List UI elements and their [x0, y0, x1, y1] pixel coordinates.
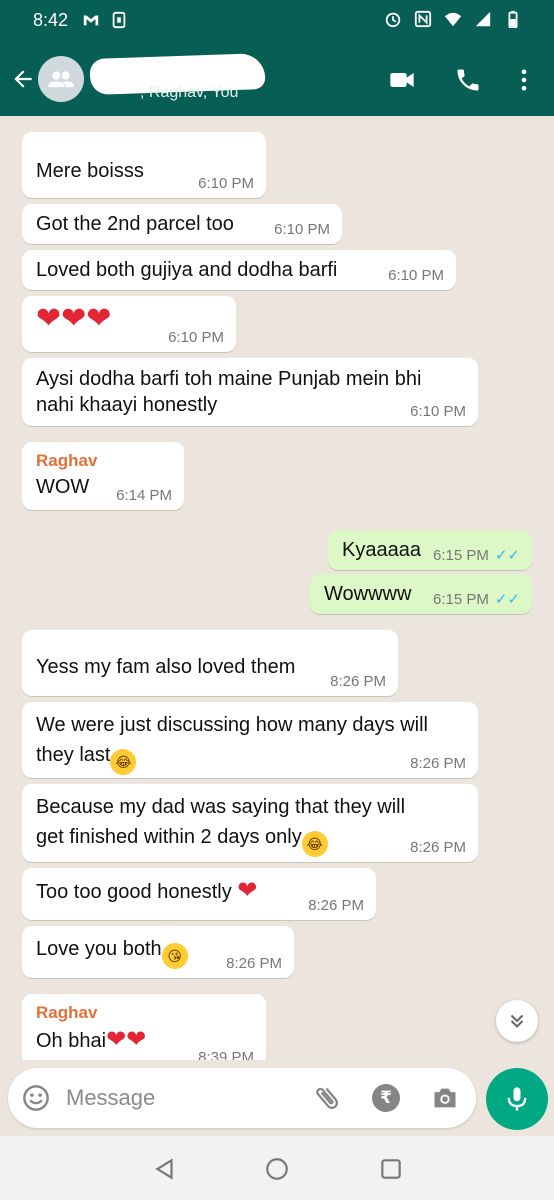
message-input[interactable]: Message: [66, 1085, 155, 1111]
outgoing-message-bubble[interactable]: Wowwww 6:15 PM ✓✓: [310, 574, 532, 614]
read-ticks-icon: ✓✓: [494, 591, 520, 608]
video-call-icon[interactable]: [388, 66, 416, 94]
laughing-emoji: 😂: [301, 831, 328, 857]
message-bubble[interactable]: Got the 2nd parcel too 6:10 PM: [22, 204, 342, 244]
gmail-icon: [83, 15, 99, 26]
kiss-emoji: 😘: [161, 943, 188, 969]
message-text-line: We were just discussing how many days wi…: [36, 714, 429, 736]
message-time: 6:10 PM: [410, 403, 466, 420]
message-bubble[interactable]: ❤❤❤ 6:10 PM: [22, 296, 236, 352]
message-bubble[interactable]: Yess my fam also loved them 8:26 PM: [22, 630, 398, 696]
emoji-icon[interactable]: [22, 1084, 50, 1112]
sender-name: Raghav: [36, 1003, 98, 1022]
message-text-line: Aysi dodha barfi toh maine Punjab mein b…: [36, 368, 422, 390]
message-bubble[interactable]: Love you both 😘 8:26 PM: [22, 926, 294, 978]
message-text: Too too good honestly: [36, 881, 232, 903]
message-time: 6:15 PM: [432, 547, 489, 564]
microphone-icon: [507, 1087, 527, 1111]
more-options-icon[interactable]: [510, 66, 538, 94]
message-bubble[interactable]: Raghav WOW 6:14 PM: [22, 442, 184, 510]
laughing-emoji: 😂: [110, 749, 137, 775]
double-chevron-down-icon: [510, 1014, 524, 1028]
chat-header: , Raghav, You: [0, 42, 554, 116]
group-avatar[interactable]: [38, 56, 84, 102]
payment-icon[interactable]: ₹: [372, 1084, 400, 1112]
camera-icon[interactable]: [430, 1084, 460, 1112]
back-arrow-icon[interactable]: [10, 66, 36, 92]
message-text-line: nahi khaayi honestly: [36, 394, 218, 416]
attach-icon[interactable]: [312, 1083, 342, 1113]
message-text: Oh bhai: [36, 1030, 107, 1052]
message-time: 8:26 PM: [410, 755, 466, 772]
wifi-icon: [444, 12, 462, 27]
voice-call-icon[interactable]: [454, 66, 482, 94]
group-icon: [48, 71, 74, 88]
nfc-icon: [414, 10, 432, 28]
message-time: 6:10 PM: [198, 175, 254, 192]
hearts-emoji: ❤❤: [106, 1026, 147, 1053]
message-composer: Message ₹: [8, 1068, 476, 1128]
outgoing-message-bubble[interactable]: Kyaaaaa 6:15 PM ✓✓: [328, 530, 532, 570]
nav-recents-icon[interactable]: [378, 1156, 404, 1182]
message-text: Love you both: [36, 938, 162, 960]
status-time: 8:42: [33, 10, 69, 30]
message-bubble[interactable]: Mere boisss 6:10 PM: [22, 132, 266, 198]
message-text-line: get finished within 2 days only: [36, 826, 302, 848]
message-bubble[interactable]: Because my dad was saying that they will…: [22, 784, 478, 862]
system-navigation-bar: [0, 1136, 554, 1200]
status-bar: 8:42: [0, 0, 554, 42]
message-time: 8:26 PM: [330, 673, 386, 690]
signal-icon: [475, 11, 491, 27]
voice-message-button[interactable]: [486, 1068, 548, 1130]
message-time: 6:10 PM: [274, 221, 330, 238]
message-time: 8:26 PM: [308, 897, 364, 914]
message-time: 8:26 PM: [226, 955, 282, 972]
battery-icon: [508, 10, 518, 28]
sender-name: Raghav: [36, 451, 98, 470]
message-bubble[interactable]: We were just discussing how many days wi…: [22, 702, 478, 778]
message-text-line: Because my dad was saying that they will: [36, 796, 406, 818]
message-bubble[interactable]: Loved both gujiya and dodha barfi 6:10 P…: [22, 250, 456, 290]
message-text: Loved both gujiya and dodha barfi: [36, 259, 338, 281]
message-time: 6:15 PM: [432, 591, 489, 608]
read-ticks-icon: ✓✓: [494, 547, 520, 564]
nav-home-icon[interactable]: [264, 1156, 290, 1182]
message-text-line: they last: [36, 744, 111, 766]
scroll-to-bottom-button[interactable]: [496, 1000, 538, 1042]
message-time: 8:39 PM: [198, 1049, 254, 1060]
message-time: 6:10 PM: [168, 329, 224, 346]
sim-icon: [112, 11, 126, 29]
message-bubble[interactable]: Raghav Oh bhai❤❤ 8:39 PM: [22, 994, 266, 1060]
message-time: 6:14 PM: [116, 487, 172, 504]
nav-back-icon[interactable]: [152, 1156, 178, 1182]
message-time: 6:10 PM: [388, 267, 444, 284]
chat-area[interactable]: Mere boisss 6:10 PM Got the 2nd parcel t…: [0, 116, 554, 1060]
message-bubble[interactable]: Too too good honestly ❤ 8:26 PM: [22, 868, 376, 920]
message-time: 8:26 PM: [410, 839, 466, 856]
heart-emoji: ❤: [237, 877, 258, 904]
alarm-icon: [385, 12, 401, 28]
message-bubble[interactable]: Aysi dodha barfi toh maine Punjab mein b…: [22, 358, 478, 426]
group-participants[interactable]: , Raghav, You: [140, 84, 238, 102]
